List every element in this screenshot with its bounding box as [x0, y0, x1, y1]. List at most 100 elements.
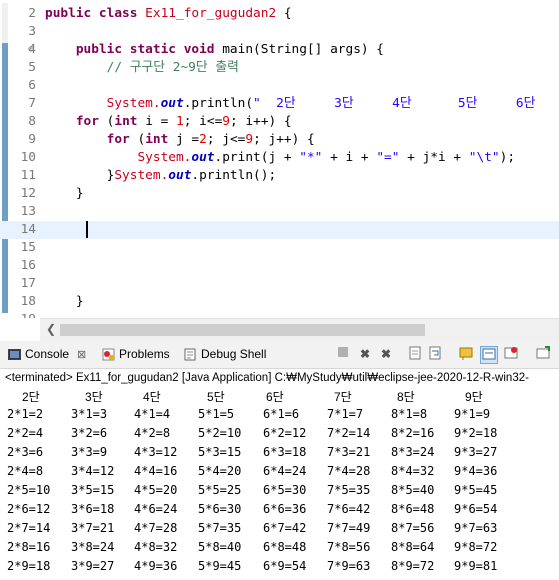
pin-icon[interactable] — [458, 346, 474, 362]
code-token: int — [114, 114, 146, 129]
output-row: 2*8=16 3*8=24 4*8=32 5*8=40 6*8=48 7*8=56 8*8=… — [0, 540, 559, 559]
debug-shell-icon — [184, 348, 196, 360]
code-token: 9 — [222, 114, 230, 129]
display-console-icon[interactable] — [480, 346, 498, 364]
output-cell: 2*4=8 — [7, 464, 44, 478]
tab-debug-shell[interactable]: Debug Shell — [184, 347, 266, 361]
output-row: 2*4=8 3*4=12 4*4=16 5*4=20 6*4=24 7*4=28 8*4=3… — [0, 464, 559, 483]
code-text: System.out.println(" 2단 3단 4단 5단 6단 — [45, 95, 536, 113]
code-line[interactable]: 15 — [0, 239, 559, 257]
code-line[interactable]: 19 — [0, 311, 559, 318]
code-token: Ex11_for_gugudan2 — [145, 6, 277, 21]
code-token: "=" — [376, 150, 400, 165]
code-line[interactable]: 8 for (int i = 1; i<=9; i++) { — [0, 113, 559, 131]
code-editor[interactable]: 2 public class Ex11_for_gugudan2 {3 4 ⊖ pub… — [0, 0, 559, 318]
output-cell: 7*4=28 — [327, 464, 371, 478]
code-token: out — [191, 150, 215, 165]
code-token: } — [45, 186, 84, 201]
output-cell: 3*7=21 — [71, 521, 115, 535]
fold-collapse-icon[interactable]: ⊖ — [28, 41, 34, 59]
code-line[interactable]: 9 for (int j =2; j<=9; j++) { — [0, 131, 559, 149]
output-row: 2*9=18 3*9=27 4*9=36 5*9=45 6*9=54 7*9=63 8*9=… — [0, 559, 559, 578]
output-cell: 6*4=24 — [263, 464, 307, 478]
horizontal-scrollbar[interactable]: ❮ — [40, 318, 559, 341]
output-cell: 7*7=49 — [327, 521, 371, 535]
code-line[interactable]: 13 — [0, 203, 559, 221]
code-text: } — [45, 185, 84, 203]
line-number: 10 — [20, 150, 36, 165]
line-number: 17 — [20, 276, 36, 291]
code-line[interactable]: 2 public class Ex11_for_gugudan2 { — [0, 5, 559, 23]
output-cell: 4*7=28 — [134, 521, 178, 535]
open-console-icon[interactable] — [503, 346, 519, 362]
code-token: // 구구단 2~9단 출력 — [106, 60, 239, 75]
code-token: .println(); — [191, 168, 277, 183]
code-line[interactable]: 4 ⊖ public static void main(String[] args… — [0, 41, 559, 59]
output-header-row: 2단 3단 4단 5단 6단 7단 8단 9단 — [0, 388, 559, 407]
code-token: 1 — [176, 114, 184, 129]
code-token: .print(j + — [214, 150, 300, 165]
output-cell: 8*5=40 — [391, 483, 435, 497]
close-icon[interactable]: ⊠ — [77, 348, 86, 361]
output-cell: 5*3=15 — [198, 445, 242, 459]
output-cell: 2*9=18 — [7, 559, 51, 573]
code-line[interactable]: 5 // 구구단 2~9단 출력 — [0, 59, 559, 77]
output-cell: 9*7=63 — [454, 521, 498, 535]
tab-console[interactable]: Console ⊠ — [8, 347, 86, 361]
code-line[interactable]: 14 — [0, 221, 559, 239]
output-cell: 3*9=27 — [71, 559, 115, 573]
console-icon — [8, 348, 21, 360]
output-cell: 7*1=7 — [327, 407, 364, 421]
code-line[interactable]: 16 — [0, 257, 559, 275]
line-number: 13 — [20, 204, 36, 219]
console-output[interactable]: 2단 3단 4단 5단 6단 7단 8단 9단 2*1=2 3*1=3 4*1=4 5*1=5 6*1=… — [0, 388, 559, 578]
output-cell: 8*9=72 — [391, 559, 435, 573]
code-token: System. — [114, 168, 169, 183]
output-cell: 4*3=12 — [134, 445, 178, 459]
line-number: 19 — [6, 311, 36, 318]
scroll-left-icon[interactable]: ❮ — [46, 322, 56, 336]
code-token: main(String[] args) { — [222, 42, 385, 57]
output-cell: 5*7=35 — [198, 521, 242, 535]
output-cell: 7*9=63 — [327, 559, 371, 573]
terminate-icon[interactable] — [335, 346, 351, 362]
code-token: for — [106, 132, 138, 147]
output-cell: 5*8=40 — [198, 540, 242, 554]
code-line[interactable]: 7 System.out.println(" 2단 3단 4단 5단 6단 — [0, 95, 559, 113]
tab-problems[interactable]: Problems — [102, 347, 170, 361]
output-cell: 6*5=30 — [263, 483, 307, 497]
code-token: } — [45, 294, 84, 309]
code-token: ; i++) { — [230, 114, 292, 129]
line-number: 15 — [20, 240, 36, 255]
code-line[interactable]: 12 } — [0, 185, 559, 203]
output-cell: 5*1=5 — [198, 407, 235, 421]
code-text: }System.out.println(); — [45, 167, 277, 185]
remove-all-icon[interactable]: ✖ — [378, 346, 394, 362]
output-cell: 9*9=81 — [454, 559, 498, 573]
output-cell: 9*1=9 — [454, 407, 491, 421]
scroll-lock-icon[interactable] — [408, 346, 424, 362]
output-cell: 4*1=4 — [134, 407, 171, 421]
output-header-cell: 5단 — [207, 390, 225, 404]
code-line[interactable]: 10 System.out.print(j + "*" + i + "=" + … — [0, 149, 559, 167]
output-cell: 8*8=64 — [391, 540, 435, 554]
new-console-icon[interactable] — [535, 346, 551, 362]
word-wrap-icon[interactable] — [428, 346, 444, 362]
remove-launch-icon[interactable]: ✖ — [357, 346, 373, 362]
output-row: 2*7=14 3*7=21 4*7=28 5*7=35 6*7=42 7*7=49 8*7=… — [0, 521, 559, 540]
output-cell: 6*1=6 — [263, 407, 300, 421]
code-line[interactable]: 11 }System.out.println(); — [0, 167, 559, 185]
output-header-cell: 2단 — [22, 390, 40, 404]
output-cell: 9*8=72 — [454, 540, 498, 554]
line-number: 14 — [20, 222, 36, 237]
code-line[interactable]: 18 } — [0, 293, 559, 311]
code-line[interactable]: 6 — [0, 77, 559, 95]
output-cell: 3*2=6 — [71, 426, 108, 440]
code-line[interactable]: 3 — [0, 23, 559, 41]
scrollbar-thumb[interactable] — [60, 324, 425, 336]
code-token: + j*i + — [399, 150, 469, 165]
code-line[interactable]: 17 — [0, 275, 559, 293]
code-token: int — [145, 132, 177, 147]
